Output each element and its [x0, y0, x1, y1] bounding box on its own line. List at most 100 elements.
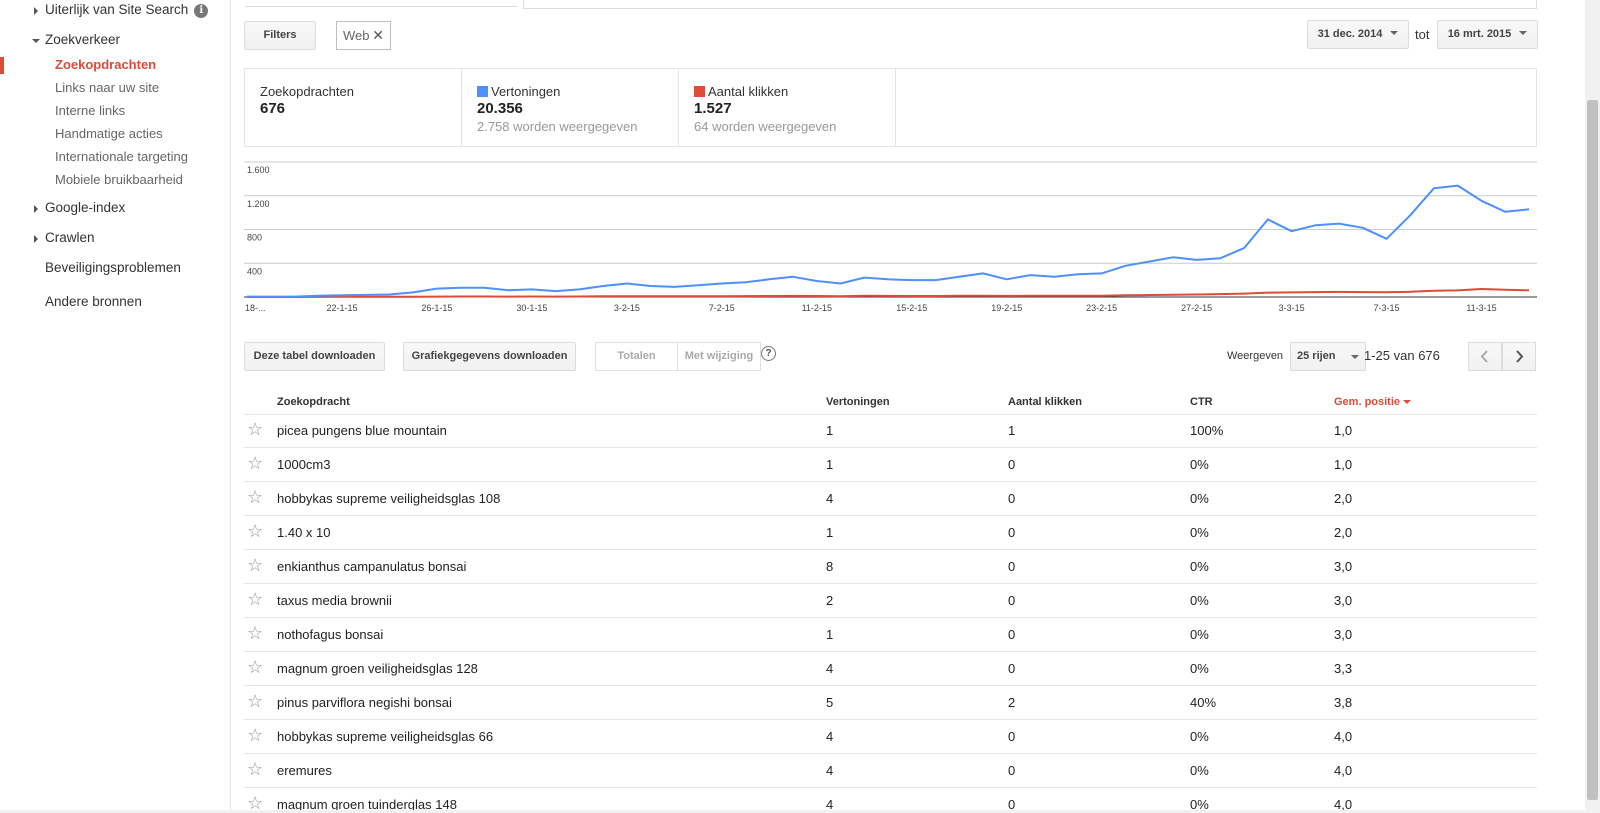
- star-icon[interactable]: ☆: [247, 793, 263, 810]
- table-row: ☆ taxus media brownii 2 0 0% 3,0: [244, 584, 1537, 618]
- table-row: ☆ hobbykas supreme veiligheidsglas 108 4…: [244, 482, 1537, 516]
- chevron-down-icon: [1390, 31, 1399, 35]
- query-cell[interactable]: pinus parviflora negishi bonsai: [277, 695, 452, 710]
- totals-toggle[interactable]: Totalen: [595, 342, 678, 371]
- query-cell[interactable]: 1.40 x 10: [277, 525, 331, 540]
- previous-page-button[interactable]: [1468, 342, 1502, 371]
- metric-card-clicks[interactable]: Aantal klikken 1.527 64 worden weergegev…: [679, 69, 896, 146]
- position-cell: 2,0: [1334, 525, 1353, 540]
- metric-value: 1.527: [694, 100, 732, 117]
- impressions-cell: 4: [826, 763, 834, 778]
- show-rows-label: Weergeven: [1227, 350, 1284, 362]
- close-icon[interactable]: ✕: [372, 22, 384, 49]
- rows-per-page-select[interactable]: 25 rijen: [1290, 342, 1366, 371]
- star-icon[interactable]: ☆: [247, 555, 263, 575]
- x-tick-label: 27-2-15: [1181, 303, 1212, 313]
- x-tick-label: 11-3-15: [1466, 303, 1496, 313]
- query-cell[interactable]: 1000cm3: [277, 457, 330, 472]
- clicks-cell: 0: [1008, 729, 1016, 744]
- sidebar-item-label: Interne links: [55, 103, 126, 118]
- sidebar-item-label: Zoekopdrachten: [55, 57, 157, 72]
- download-table-button[interactable]: Deze tabel downloaden: [244, 342, 385, 371]
- x-tick-label: 22-1-15: [326, 303, 357, 313]
- ctr-cell: 0%: [1190, 763, 1209, 778]
- query-cell[interactable]: magnum groen veiligheidsglas 128: [277, 661, 478, 676]
- red-checkbox-icon[interactable]: [694, 86, 705, 97]
- impressions-cell: 5: [826, 695, 834, 710]
- metric-value: 676: [260, 100, 286, 117]
- metric-label: Aantal klikken: [708, 84, 789, 99]
- column-header-impressions[interactable]: Vertoningen: [826, 396, 890, 408]
- column-header-query[interactable]: Zoekopdracht: [277, 396, 350, 408]
- impressions-cell: 1: [826, 423, 834, 438]
- query-cell[interactable]: enkianthus campanulatus bonsai: [277, 559, 466, 574]
- star-icon[interactable]: ☆: [247, 521, 263, 541]
- x-tick-label: 15-2-15: [896, 303, 927, 313]
- clicks-cell: 0: [1008, 593, 1016, 608]
- metric-value: 20.356: [477, 100, 523, 117]
- star-icon[interactable]: ☆: [247, 589, 263, 609]
- filters-button[interactable]: Filters: [244, 21, 316, 50]
- sidebar-item-label: Mobiele bruikbaarheid: [55, 172, 183, 187]
- table-row: ☆ eremures 4 0 0% 4,0: [244, 754, 1537, 788]
- star-icon[interactable]: ☆: [247, 487, 263, 507]
- query-cell[interactable]: hobbykas supreme veiligheidsglas 66: [277, 729, 493, 744]
- rows-per-page-value: 25 rijen: [1297, 350, 1336, 362]
- star-icon[interactable]: ☆: [247, 419, 263, 439]
- query-cell[interactable]: eremures: [277, 763, 332, 778]
- star-icon[interactable]: ☆: [247, 453, 263, 473]
- position-cell: 4,0: [1334, 729, 1353, 744]
- impressions-cell: 1: [826, 457, 834, 472]
- column-header-clicks[interactable]: Aantal klikken: [1008, 396, 1082, 408]
- date-to-dropdown[interactable]: 16 mrt. 2015: [1437, 20, 1538, 49]
- date-from-value: 31 dec. 2014: [1317, 28, 1383, 40]
- ctr-cell: 0%: [1190, 491, 1209, 506]
- impressions-cell: 1: [826, 627, 834, 642]
- star-icon[interactable]: ☆: [247, 759, 263, 779]
- y-tick-label: 800: [247, 233, 262, 243]
- query-cell[interactable]: magnum groen tuinderglas 148: [277, 797, 457, 810]
- query-cell[interactable]: hobbykas supreme veiligheidsglas 108: [277, 491, 500, 506]
- star-icon[interactable]: ☆: [247, 725, 263, 745]
- filter-chip-label: Web: [343, 28, 370, 43]
- sidebar: Uiterlijk van Site Search i Zoekverkeer Z…: [0, 0, 231, 813]
- expand-arrow-icon: [34, 7, 38, 15]
- query-cell[interactable]: taxus media brownii: [277, 593, 392, 608]
- column-header-position[interactable]: Gem. positie: [1334, 396, 1412, 408]
- position-cell: 4,0: [1334, 763, 1353, 778]
- ctr-cell: 0%: [1190, 525, 1209, 540]
- sidebar-item-label: Internationale targeting: [55, 149, 188, 164]
- table-row: ☆ hobbykas supreme veiligheidsglas 66 4 …: [244, 720, 1537, 754]
- impressions-cell: 8: [826, 559, 834, 574]
- main-content: Filters Web ✕ 31 dec. 2014 tot 16 mrt. 2…: [231, 0, 1600, 813]
- with-change-toggle[interactable]: Met wijziging: [677, 342, 761, 371]
- download-chart-data-button[interactable]: Grafiekgegevens downloaden: [403, 342, 576, 371]
- star-icon[interactable]: ☆: [247, 691, 263, 711]
- metric-card-queries[interactable]: Zoekopdrachten 676: [245, 69, 462, 146]
- column-header-ctr[interactable]: CTR: [1190, 396, 1213, 408]
- clicks-cell: 0: [1008, 763, 1016, 778]
- ctr-cell: 0%: [1190, 559, 1209, 574]
- impressions-cell: 4: [826, 661, 834, 676]
- star-icon[interactable]: ☆: [247, 623, 263, 643]
- scrollbar-thumb[interactable]: [1587, 100, 1598, 800]
- position-cell: 1,0: [1334, 423, 1353, 438]
- clicks-cell: 2: [1008, 695, 1016, 710]
- table-row: ☆ 1.40 x 10 1 0 0% 2,0: [244, 516, 1537, 550]
- query-cell[interactable]: nothofagus bonsai: [277, 627, 383, 642]
- help-icon[interactable]: ?: [761, 346, 776, 361]
- info-icon[interactable]: i: [194, 4, 209, 18]
- position-cell: 3,0: [1334, 627, 1353, 642]
- date-from-dropdown[interactable]: 31 dec. 2014: [1307, 20, 1409, 49]
- vertical-scrollbar[interactable]: [1585, 0, 1600, 813]
- metric-label: Zoekopdrachten: [260, 84, 354, 99]
- metric-card-impressions[interactable]: Vertoningen 20.356 2.758 worden weergege…: [462, 69, 679, 146]
- query-cell[interactable]: picea pungens blue mountain: [277, 423, 447, 438]
- blue-checkbox-icon[interactable]: [477, 86, 488, 97]
- sort-descending-icon: [1403, 400, 1412, 404]
- x-tick-label: 7-3-15: [1374, 303, 1400, 313]
- next-page-button[interactable]: [1502, 342, 1536, 371]
- table-row: ☆ magnum groen veiligheidsglas 128 4 0 0…: [244, 652, 1537, 686]
- x-tick-label: 26-1-15: [421, 303, 452, 313]
- star-icon[interactable]: ☆: [247, 657, 263, 677]
